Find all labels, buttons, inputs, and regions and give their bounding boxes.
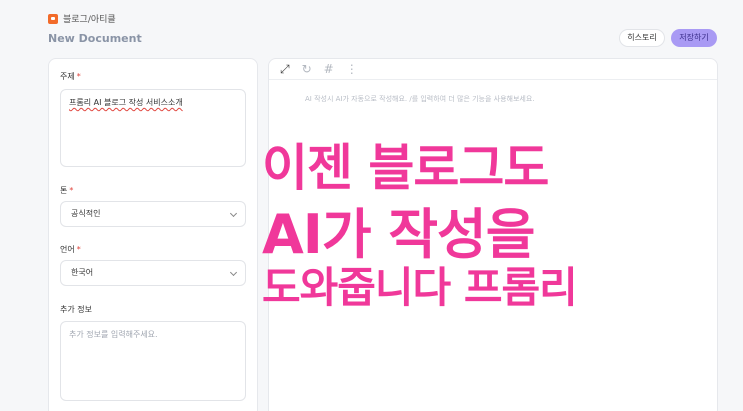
more-vertical-icon[interactable]: ⋮ (346, 63, 358, 75)
breadcrumb: 블로그/아티클 (48, 12, 116, 25)
extra-info-placeholder: 추가 정보를 입력해주세요. (69, 330, 158, 339)
tone-select[interactable]: 공식적인 (60, 201, 246, 227)
required-mark: * (69, 186, 74, 195)
tone-label: 톤 * (60, 186, 74, 195)
save-button[interactable]: 저장하기 (671, 29, 717, 47)
document-title: New Document (48, 32, 142, 45)
subject-textarea[interactable]: 프롬리 AI 블로그 작성 서비스소개 (60, 89, 246, 167)
subject-value: 프롬리 AI 블로그 작성 서비스소개 (69, 98, 183, 107)
blogger-icon (48, 13, 58, 24)
chevron-down-icon (229, 209, 238, 218)
chevron-down-icon (229, 268, 238, 277)
hash-icon[interactable]: # (324, 63, 334, 75)
promo-line-3: 도와줍니다 프롬리 (262, 263, 578, 312)
language-value: 한국어 (71, 268, 94, 277)
language-select[interactable]: 한국어 (60, 260, 246, 286)
breadcrumb-text[interactable]: 블로그/아티클 (63, 12, 116, 25)
required-mark: * (76, 245, 81, 254)
tone-value: 공식적인 (71, 209, 101, 218)
editor-placeholder: AI 작성시 AI가 자동으로 작성해요. /를 입력하여 더 많은 기능을 사… (305, 95, 535, 103)
required-mark: * (76, 72, 81, 81)
language-label: 언어 * (60, 245, 81, 254)
extra-info-textarea[interactable]: 추가 정보를 입력해주세요. (60, 321, 246, 401)
refresh-icon[interactable]: ↻ (302, 63, 312, 75)
extra-info-label: 추가 정보 (60, 305, 92, 314)
expand-icon[interactable]: ⤢ (280, 63, 290, 75)
settings-panel: 주제 * 프롬리 AI 블로그 작성 서비스소개 톤 * 공식적인 언어 * 한국어 … (48, 58, 258, 411)
subject-label: 주제 * (60, 72, 81, 81)
editor-toolbar: ⤢ ↻ # ⋮ (269, 59, 717, 80)
history-button[interactable]: 히스토리 (619, 29, 665, 47)
